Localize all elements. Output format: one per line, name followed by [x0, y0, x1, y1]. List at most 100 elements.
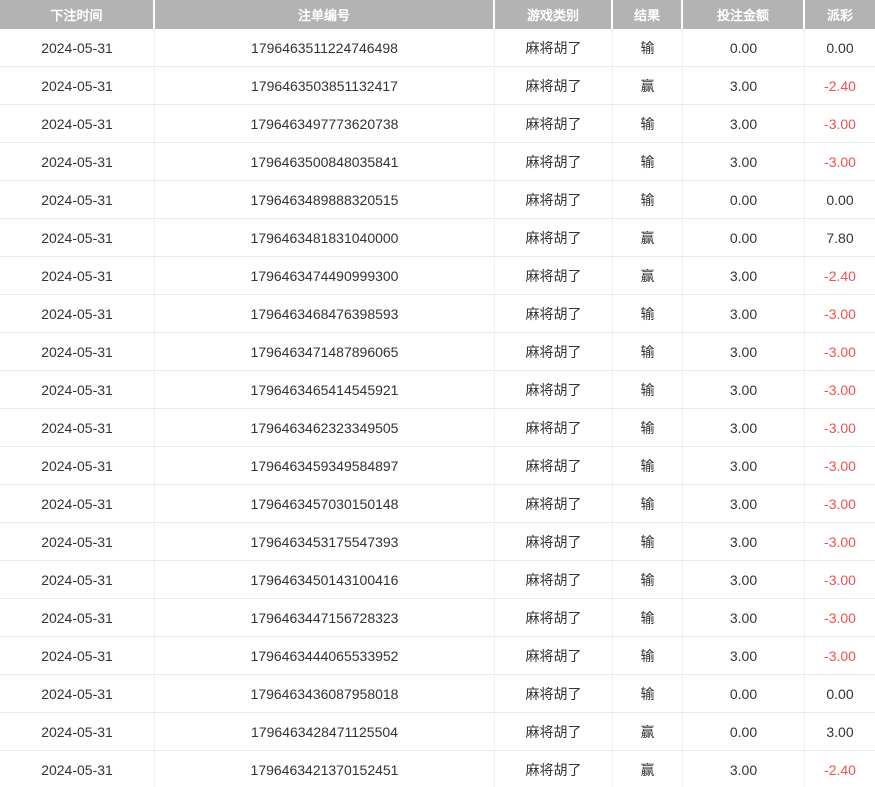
cell-payout: 0.00 — [805, 29, 875, 66]
cell-bet_amount: 3.00 — [683, 295, 805, 332]
cell-result: 输 — [613, 105, 683, 142]
cell-game_type: 麻将胡了 — [495, 295, 613, 332]
cell-bet_amount: 3.00 — [683, 751, 805, 787]
cell-payout: 7.80 — [805, 219, 875, 256]
column-header-result: 结果 — [613, 0, 683, 29]
cell-order_id: 1796463489888320515 — [155, 181, 495, 218]
cell-payout: -2.40 — [805, 257, 875, 294]
cell-result: 输 — [613, 181, 683, 218]
cell-time: 2024-05-31 — [0, 561, 155, 598]
table-row: 2024-05-311796463481831040000麻将胡了赢0.007.… — [0, 219, 875, 257]
cell-game_type: 麻将胡了 — [495, 447, 613, 484]
cell-order_id: 1796463450143100416 — [155, 561, 495, 598]
cell-order_id: 1796463444065533952 — [155, 637, 495, 674]
table-row: 2024-05-311796463421370152451麻将胡了赢3.00-2… — [0, 751, 875, 787]
cell-bet_amount: 3.00 — [683, 257, 805, 294]
cell-game_type: 麻将胡了 — [495, 219, 613, 256]
cell-bet_amount: 3.00 — [683, 447, 805, 484]
cell-order_id: 1796463421370152451 — [155, 751, 495, 787]
cell-time: 2024-05-31 — [0, 447, 155, 484]
cell-game_type: 麻将胡了 — [495, 713, 613, 750]
cell-game_type: 麻将胡了 — [495, 181, 613, 218]
cell-payout: -3.00 — [805, 637, 875, 674]
column-header-game_type: 游戏类别 — [495, 0, 613, 29]
cell-bet_amount: 3.00 — [683, 143, 805, 180]
cell-payout: 0.00 — [805, 181, 875, 218]
cell-order_id: 1796463457030150148 — [155, 485, 495, 522]
cell-order_id: 1796463511224746498 — [155, 29, 495, 66]
cell-result: 输 — [613, 675, 683, 712]
cell-payout: -3.00 — [805, 447, 875, 484]
cell-time: 2024-05-31 — [0, 599, 155, 636]
cell-payout: -2.40 — [805, 751, 875, 787]
cell-game_type: 麻将胡了 — [495, 257, 613, 294]
cell-payout: -3.00 — [805, 409, 875, 446]
cell-time: 2024-05-31 — [0, 523, 155, 560]
cell-order_id: 1796463468476398593 — [155, 295, 495, 332]
table-row: 2024-05-311796463453175547393麻将胡了输3.00-3… — [0, 523, 875, 561]
cell-payout: -2.40 — [805, 67, 875, 104]
cell-game_type: 麻将胡了 — [495, 751, 613, 787]
cell-bet_amount: 3.00 — [683, 637, 805, 674]
cell-order_id: 1796463500848035841 — [155, 143, 495, 180]
cell-payout: -3.00 — [805, 523, 875, 560]
table-row: 2024-05-311796463503851132417麻将胡了赢3.00-2… — [0, 67, 875, 105]
cell-payout: -3.00 — [805, 371, 875, 408]
column-header-bet_amount: 投注金额 — [683, 0, 805, 29]
cell-game_type: 麻将胡了 — [495, 29, 613, 66]
cell-result: 输 — [613, 561, 683, 598]
table-row: 2024-05-311796463471487896065麻将胡了输3.00-3… — [0, 333, 875, 371]
cell-result: 赢 — [613, 751, 683, 787]
cell-game_type: 麻将胡了 — [495, 105, 613, 142]
cell-bet_amount: 0.00 — [683, 713, 805, 750]
cell-game_type: 麻将胡了 — [495, 599, 613, 636]
cell-game_type: 麻将胡了 — [495, 675, 613, 712]
cell-payout: -3.00 — [805, 143, 875, 180]
table-body: 2024-05-311796463511224746498麻将胡了输0.000.… — [0, 29, 875, 787]
cell-game_type: 麻将胡了 — [495, 561, 613, 598]
cell-bet_amount: 3.00 — [683, 599, 805, 636]
cell-bet_amount: 3.00 — [683, 409, 805, 446]
cell-bet_amount: 3.00 — [683, 333, 805, 370]
cell-payout: -3.00 — [805, 599, 875, 636]
column-header-payout: 派彩 — [805, 0, 875, 29]
cell-order_id: 1796463436087958018 — [155, 675, 495, 712]
cell-time: 2024-05-31 — [0, 333, 155, 370]
cell-order_id: 1796463503851132417 — [155, 67, 495, 104]
cell-result: 输 — [613, 371, 683, 408]
cell-game_type: 麻将胡了 — [495, 523, 613, 560]
cell-game_type: 麻将胡了 — [495, 67, 613, 104]
cell-result: 输 — [613, 599, 683, 636]
column-header-time: 下注时间 — [0, 0, 155, 29]
cell-bet_amount: 3.00 — [683, 67, 805, 104]
table-row: 2024-05-311796463462323349505麻将胡了输3.00-3… — [0, 409, 875, 447]
table-row: 2024-05-311796463447156728323麻将胡了输3.00-3… — [0, 599, 875, 637]
cell-result: 赢 — [613, 257, 683, 294]
cell-result: 赢 — [613, 219, 683, 256]
cell-result: 输 — [613, 29, 683, 66]
cell-bet_amount: 0.00 — [683, 219, 805, 256]
cell-order_id: 1796463428471125504 — [155, 713, 495, 750]
cell-payout: -3.00 — [805, 485, 875, 522]
cell-payout: -3.00 — [805, 333, 875, 370]
cell-time: 2024-05-31 — [0, 751, 155, 787]
cell-bet_amount: 0.00 — [683, 29, 805, 66]
cell-result: 输 — [613, 485, 683, 522]
table-row: 2024-05-311796463444065533952麻将胡了输3.00-3… — [0, 637, 875, 675]
column-header-order_id: 注单编号 — [155, 0, 495, 29]
table-row: 2024-05-311796463450143100416麻将胡了输3.00-3… — [0, 561, 875, 599]
cell-order_id: 1796463497773620738 — [155, 105, 495, 142]
cell-bet_amount: 3.00 — [683, 371, 805, 408]
cell-time: 2024-05-31 — [0, 29, 155, 66]
cell-result: 赢 — [613, 713, 683, 750]
table-row: 2024-05-311796463468476398593麻将胡了输3.00-3… — [0, 295, 875, 333]
cell-result: 输 — [613, 409, 683, 446]
cell-order_id: 1796463474490999300 — [155, 257, 495, 294]
cell-bet_amount: 3.00 — [683, 105, 805, 142]
cell-time: 2024-05-31 — [0, 637, 155, 674]
table-row: 2024-05-311796463500848035841麻将胡了输3.00-3… — [0, 143, 875, 181]
cell-order_id: 1796463462323349505 — [155, 409, 495, 446]
cell-result: 输 — [613, 637, 683, 674]
cell-payout: -3.00 — [805, 561, 875, 598]
table-row: 2024-05-311796463511224746498麻将胡了输0.000.… — [0, 29, 875, 67]
